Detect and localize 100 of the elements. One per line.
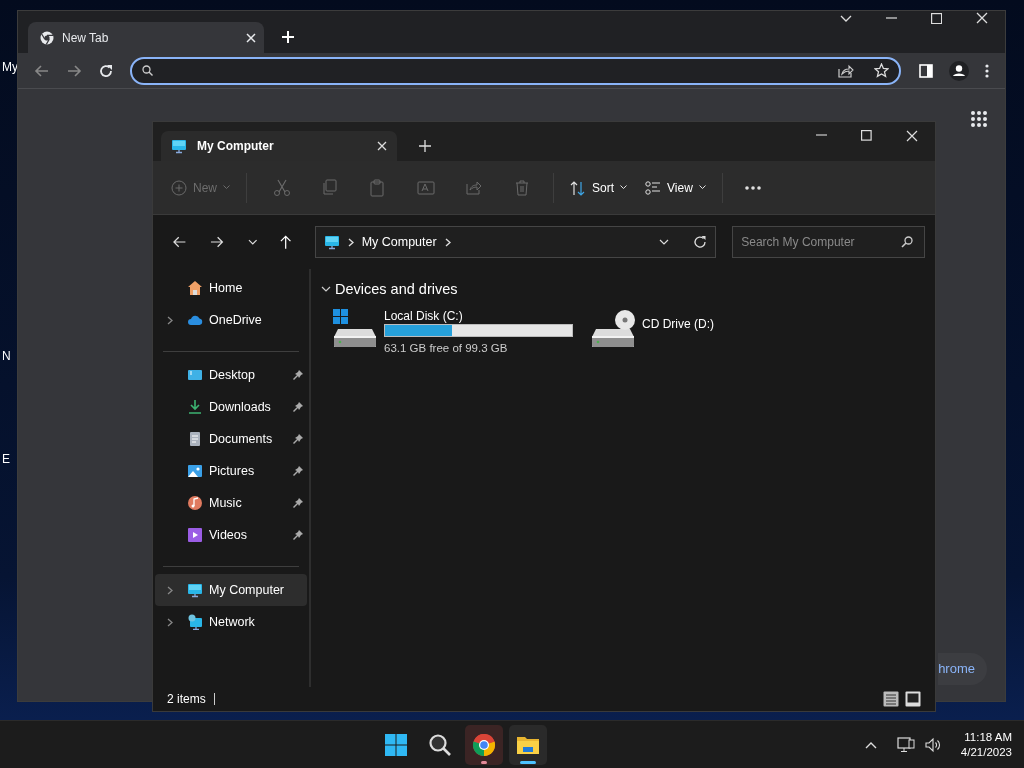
chevron-icon: [347, 237, 354, 247]
tab-title: My Computer: [197, 138, 275, 155]
download-icon: [187, 399, 203, 415]
desktop-icon-label[interactable]: My: [2, 58, 18, 76]
video-icon: [187, 527, 203, 543]
cut-icon: [273, 178, 291, 197]
browser-tab[interactable]: New Tab: [28, 22, 264, 53]
paste-icon: [369, 178, 387, 197]
delete-icon: [513, 178, 531, 197]
close-icon[interactable]: [246, 32, 256, 43]
taskbar-button[interactable]: [509, 724, 548, 765]
address-bar[interactable]: My Computer: [314, 226, 717, 258]
new-tab-icon[interactable]: [419, 140, 431, 152]
caret-icon: [223, 185, 230, 190]
sidebar-item[interactable]: Music: [155, 487, 307, 519]
sidebar-item[interactable]: OneDrive: [155, 304, 307, 336]
maximize-icon[interactable]: [861, 130, 872, 141]
close-icon[interactable]: [906, 130, 918, 142]
sidebar-item[interactable]: Network: [155, 606, 307, 638]
sort-icon: [570, 179, 586, 196]
optical-drive-icon: [591, 308, 635, 347]
pin-icon: [293, 370, 303, 380]
tab-title: New Tab: [62, 29, 110, 47]
section-header: Devices and drives: [335, 280, 458, 299]
tab-search-icon[interactable]: [840, 13, 852, 23]
network-icon: [187, 614, 203, 630]
hard-drive-icon: [333, 308, 377, 347]
show-hidden-icons-icon[interactable]: [864, 740, 877, 749]
up-icon[interactable]: [279, 234, 293, 250]
home-icon: [187, 280, 203, 296]
desktop-icon-label[interactable]: E: [2, 450, 10, 468]
customize-button[interactable]: hrome: [938, 653, 987, 685]
copy-icon: [321, 178, 339, 197]
side-panel-icon[interactable]: [919, 63, 933, 78]
dropdown-icon[interactable]: [659, 239, 670, 245]
caret-icon: [698, 185, 706, 190]
browser-logo-icon: [40, 30, 54, 45]
large-icons-view-icon[interactable]: [905, 691, 921, 707]
drive-item[interactable]: CD Drive (D:): [589, 306, 716, 359]
music-icon: [187, 495, 203, 511]
profile-avatar-icon[interactable]: [949, 60, 969, 81]
details-view-icon[interactable]: [883, 691, 899, 707]
pin-icon: [293, 530, 303, 540]
recent-locations-icon[interactable]: [247, 239, 258, 245]
search-field[interactable]: Search My Computer: [732, 226, 925, 258]
share-icon[interactable]: [838, 63, 854, 78]
search-icon: [142, 65, 153, 76]
more-menu-icon[interactable]: [985, 63, 989, 78]
network-icon[interactable]: [896, 736, 915, 753]
browser-logo-icon: [472, 732, 497, 757]
plus-icon: [171, 179, 187, 196]
breadcrumb-item[interactable]: My Computer: [361, 232, 437, 252]
sidebar-item[interactable]: Pictures: [155, 455, 307, 487]
more-icon: [744, 185, 761, 190]
expand-chevron-icon[interactable]: [167, 617, 173, 627]
pin-icon: [293, 498, 303, 508]
sidebar-item[interactable]: Desktop: [155, 359, 307, 391]
computer-icon: [187, 582, 203, 598]
sidebar-item[interactable]: Home: [155, 272, 307, 304]
maximize-icon[interactable]: [931, 12, 942, 24]
sidebar-item[interactable]: My Computer: [155, 574, 307, 606]
pin-icon: [293, 466, 303, 476]
caret-icon: [620, 185, 628, 190]
chevron-icon: [444, 237, 451, 247]
search-icon: [901, 236, 913, 248]
back-icon[interactable]: [173, 235, 187, 249]
expand-chevron-icon[interactable]: [167, 585, 173, 595]
rename-icon: [417, 178, 435, 197]
explorer-tab[interactable]: My Computer: [161, 131, 397, 161]
reload-icon[interactable]: [98, 62, 114, 79]
desktop-icon-label[interactable]: N: [2, 347, 11, 365]
pin-icon: [293, 402, 303, 412]
sidebar-item[interactable]: Downloads: [155, 391, 307, 423]
volume-icon[interactable]: [924, 736, 943, 753]
pin-icon: [293, 434, 303, 444]
expand-chevron-icon[interactable]: [167, 315, 173, 325]
list-icon: [645, 179, 662, 196]
search-icon: [428, 732, 453, 757]
picture-icon: [187, 463, 203, 479]
document-icon: [187, 431, 203, 447]
sort-button[interactable]: Sort: [562, 170, 636, 205]
refresh-icon[interactable]: [693, 235, 708, 249]
star-icon[interactable]: [874, 63, 889, 78]
address-bar[interactable]: [130, 56, 901, 85]
taskbar-button[interactable]: [465, 724, 504, 765]
clock[interactable]: 11:18 AM 4/21/2023: [960, 729, 1012, 760]
forward-icon[interactable]: [210, 235, 224, 249]
sidebar-item[interactable]: Documents: [155, 423, 307, 455]
close-icon[interactable]: [976, 12, 988, 24]
view-button[interactable]: View: [637, 170, 714, 205]
sidebar-item[interactable]: Videos: [155, 519, 307, 551]
collapse-chevron-icon[interactable]: [321, 286, 331, 294]
desktop-icon: [187, 367, 203, 383]
apps-grid-icon[interactable]: [971, 111, 987, 127]
windows-logo-icon: [384, 732, 409, 757]
computer-icon: [323, 234, 340, 250]
close-icon[interactable]: [377, 141, 387, 151]
item-count: 2 items: [167, 691, 206, 708]
computer-icon: [171, 138, 187, 154]
drive-item[interactable]: Local Disk (C:) 63.1 GB free of 99.3 GB: [331, 306, 575, 359]
